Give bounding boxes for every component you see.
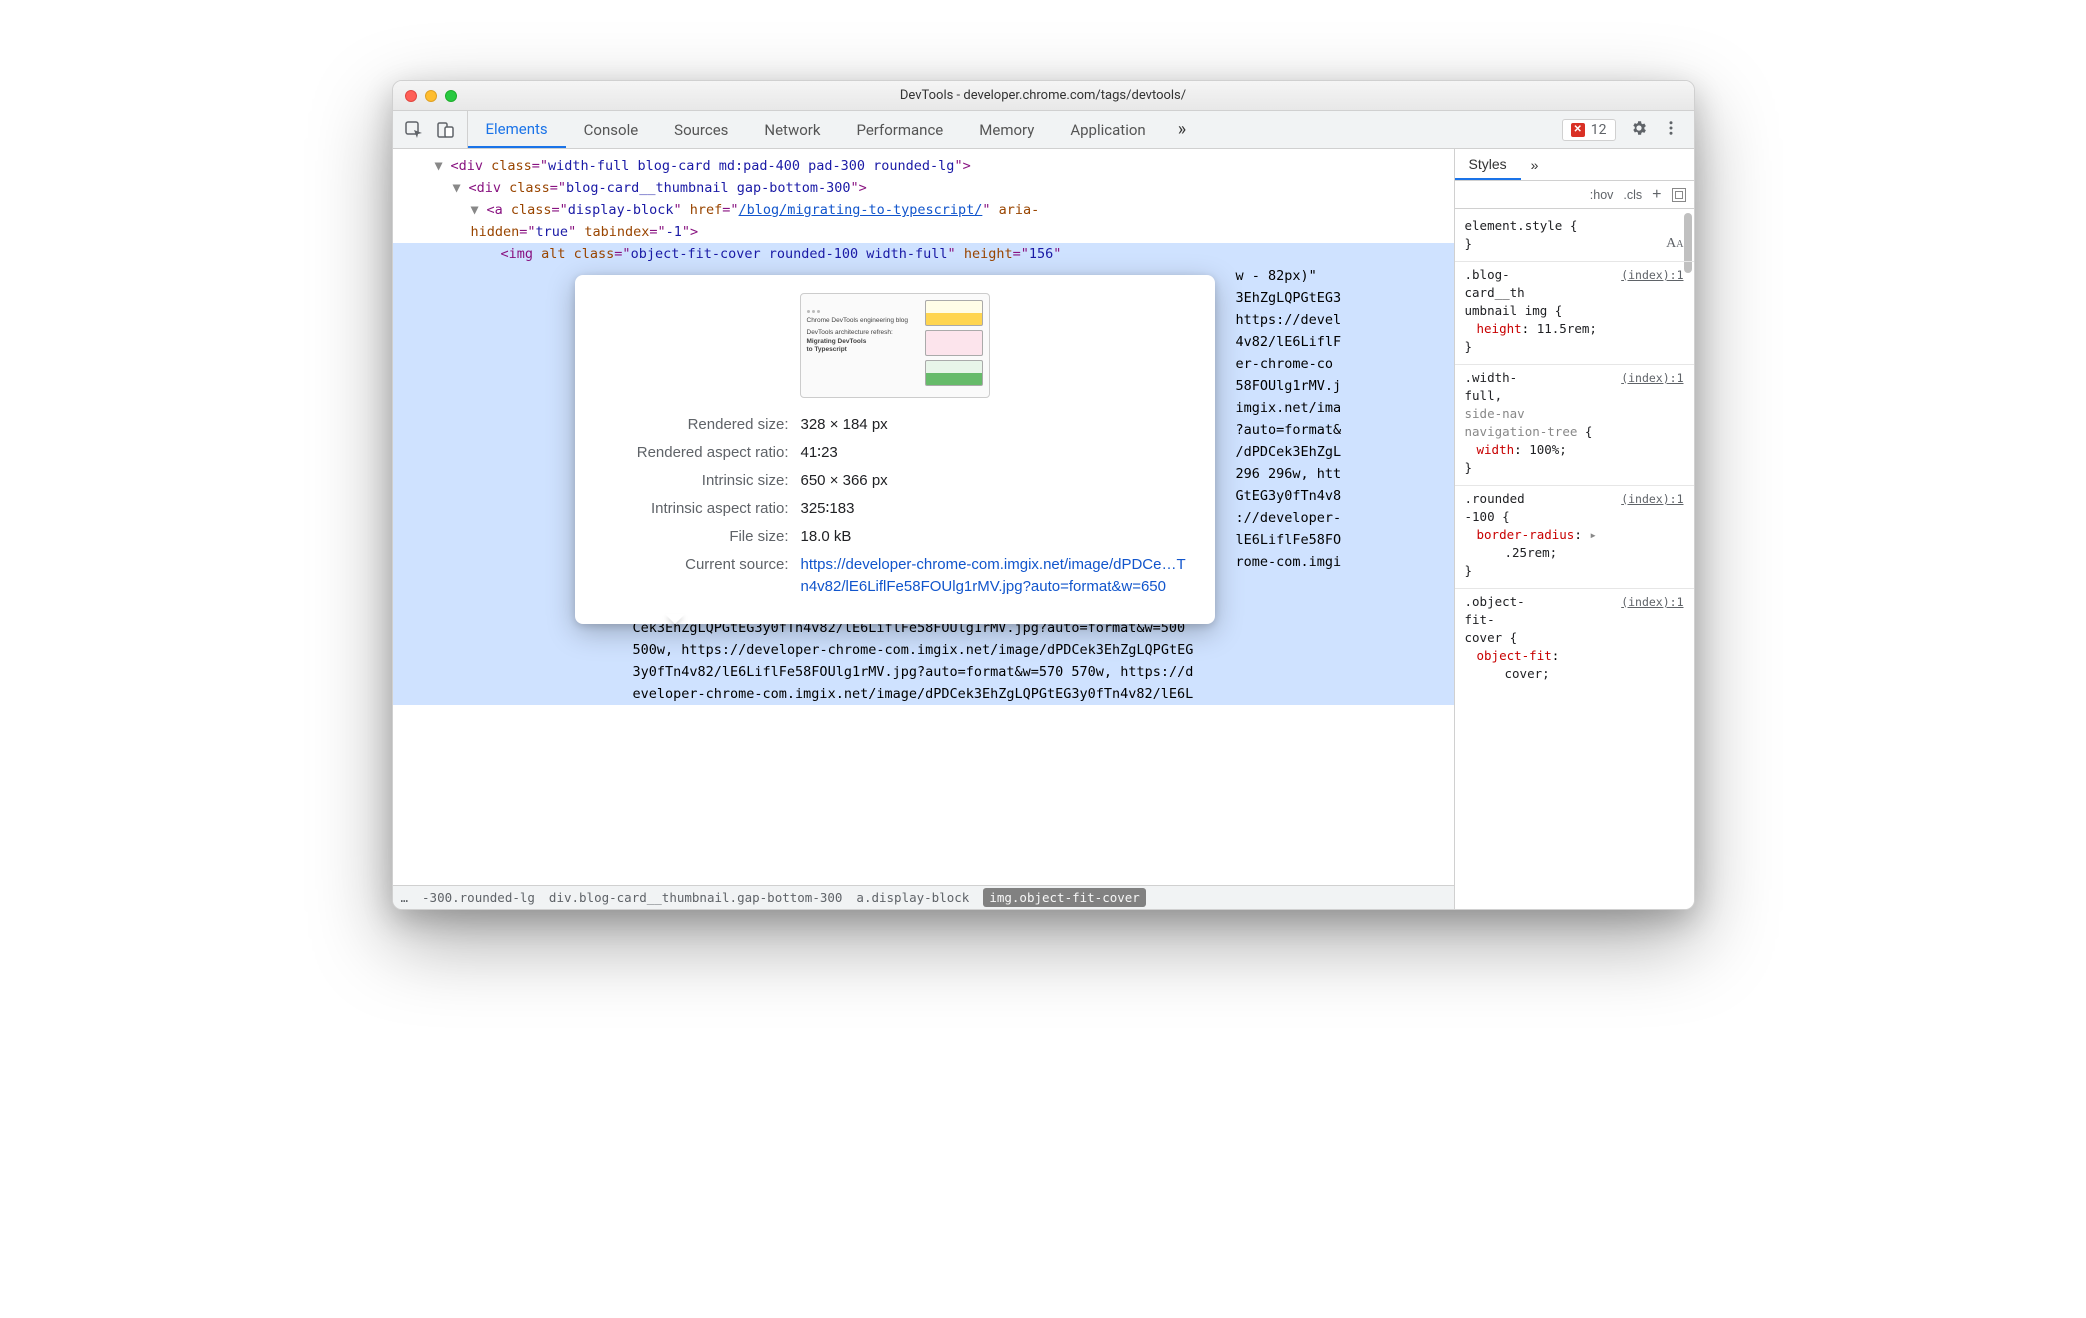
breadcrumb-more[interactable]: … xyxy=(401,890,409,905)
breadcrumb-item[interactable]: -300.rounded-lg xyxy=(422,890,535,905)
error-icon: ✕ xyxy=(1571,123,1585,137)
breadcrumb-item-selected[interactable]: img.object-fit-cover xyxy=(983,888,1146,907)
error-count: 12 xyxy=(1591,122,1607,138)
tt-label: Rendered aspect ratio: xyxy=(599,442,789,464)
dom-node[interactable]: ▼<div class="width-full blog-card md:pad… xyxy=(417,155,1454,177)
device-toolbar-icon[interactable] xyxy=(437,121,455,139)
style-rule[interactable]: (index):1 .object-fit-cover { object-fit… xyxy=(1455,589,1694,691)
inspect-element-icon[interactable] xyxy=(405,121,423,139)
tt-value: 650 × 366 px xyxy=(801,470,1191,492)
tab-console[interactable]: Console xyxy=(566,111,657,148)
style-rule[interactable]: (index):1 .width-full,side-navnavigation… xyxy=(1455,365,1694,486)
settings-icon[interactable] xyxy=(1630,119,1648,141)
cls-toggle[interactable]: .cls xyxy=(1623,188,1642,202)
error-badge[interactable]: ✕ 12 xyxy=(1562,119,1616,141)
style-rule[interactable]: element.style { AA } xyxy=(1455,213,1694,262)
new-rule-icon[interactable]: + xyxy=(1652,186,1661,204)
dom-node-cont[interactable]: hidden="true" tabindex="-1"> xyxy=(417,221,1454,243)
source-link[interactable]: (index):1 xyxy=(1621,593,1683,611)
breadcrumb-item[interactable]: div.blog-card__thumbnail.gap-bottom-300 xyxy=(549,890,843,905)
styles-tabs-overflow-icon[interactable]: » xyxy=(1521,149,1549,180)
tt-label: Intrinsic aspect ratio: xyxy=(599,498,789,520)
tab-network[interactable]: Network xyxy=(746,111,838,148)
dom-node[interactable]: ▼<a class="display-block" href="/blog/mi… xyxy=(417,199,1454,221)
toolbar: Elements Console Sources Network Perform… xyxy=(393,111,1694,149)
tt-value: 328 × 184 px xyxy=(801,414,1191,436)
tt-value-link[interactable]: https://developer-chrome-com.imgix.net/i… xyxy=(801,554,1191,598)
tab-application[interactable]: Application xyxy=(1052,111,1163,148)
style-rule[interactable]: (index):1 .blog-card__thumbnail img { he… xyxy=(1455,262,1694,365)
tabs-overflow-icon[interactable]: » xyxy=(1164,111,1200,148)
font-icon[interactable]: AA xyxy=(1666,235,1683,254)
tab-styles[interactable]: Styles xyxy=(1455,149,1521,180)
styles-pane: Styles » :hov .cls + element.style { AA … xyxy=(1454,149,1694,909)
style-rule[interactable]: (index):1 .rounded-100 { border-radius: … xyxy=(1455,486,1694,589)
styles-filter-bar: :hov .cls + xyxy=(1455,181,1694,209)
tab-elements[interactable]: Elements xyxy=(468,111,566,148)
tooltip-thumbnail: Chrome DevTools engineering blog DevTool… xyxy=(800,293,990,398)
source-link[interactable]: (index):1 xyxy=(1621,266,1683,284)
breadcrumb-item[interactable]: a.display-block xyxy=(856,890,969,905)
tt-label: File size: xyxy=(599,526,789,548)
tt-value: 18.0 kB xyxy=(801,526,1191,548)
window-title: DevTools - developer.chrome.com/tags/dev… xyxy=(393,88,1694,103)
tt-label: Intrinsic size: xyxy=(599,470,789,492)
dom-node[interactable]: ▼<div class="blog-card__thumbnail gap-bo… xyxy=(417,177,1454,199)
image-info-tooltip: Chrome DevTools engineering blog DevTool… xyxy=(575,275,1215,624)
tab-memory[interactable]: Memory xyxy=(961,111,1052,148)
tt-label: Rendered size: xyxy=(599,414,789,436)
rule-selector: element.style { xyxy=(1465,218,1578,233)
dom-node-selected[interactable]: <img alt class="object-fit-cover rounded… xyxy=(393,243,1454,265)
tt-value: 41∶23 xyxy=(801,442,1191,464)
menu-icon[interactable] xyxy=(1662,119,1680,141)
source-link[interactable]: (index):1 xyxy=(1621,490,1683,508)
dom-pane: ••• ▼<div class="width-full blog-card md… xyxy=(393,149,1454,909)
tt-label: Current source: xyxy=(599,554,789,598)
titlebar: DevTools - developer.chrome.com/tags/dev… xyxy=(393,81,1694,111)
tab-performance[interactable]: Performance xyxy=(838,111,961,148)
source-link[interactable]: (index):1 xyxy=(1621,369,1683,387)
tab-sources[interactable]: Sources xyxy=(656,111,746,148)
box-model-icon[interactable] xyxy=(1672,188,1686,202)
tt-value: 325∶183 xyxy=(801,498,1191,520)
hov-toggle[interactable]: :hov xyxy=(1590,188,1614,202)
devtools-window: DevTools - developer.chrome.com/tags/dev… xyxy=(392,80,1695,910)
breadcrumb[interactable]: … -300.rounded-lg div.blog-card__thumbna… xyxy=(393,885,1454,909)
